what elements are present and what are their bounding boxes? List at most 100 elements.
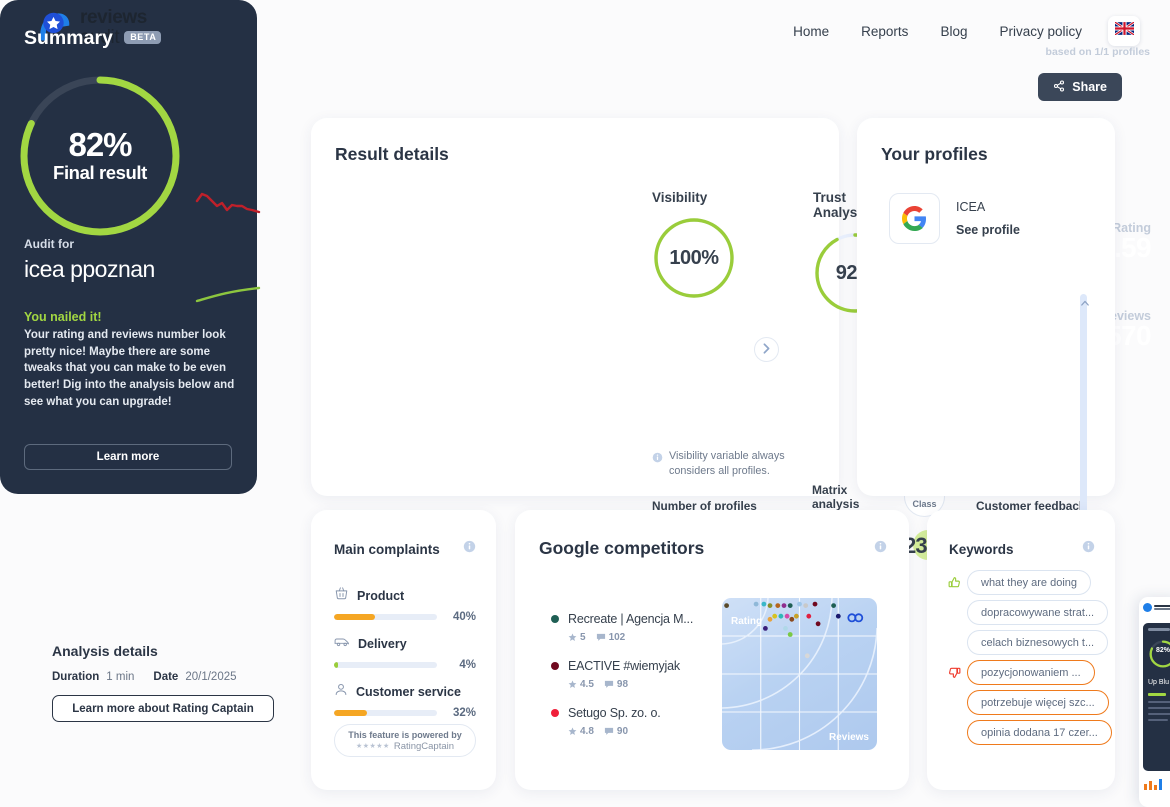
google-logo-icon — [889, 193, 940, 244]
uk-flag-icon — [1113, 21, 1135, 40]
main-nav: Home Reports Blog Privacy policy — [793, 16, 1140, 46]
keyword-item[interactable]: celach biznesowych t... — [947, 630, 1112, 655]
competitor-rating: 5 — [580, 632, 586, 643]
summary-title: Summary — [24, 27, 113, 49]
complaint-delivery-bar — [334, 662, 437, 668]
google-competitors-title: Google competitors — [539, 538, 705, 558]
competitor-color-dot — [551, 662, 559, 670]
result-details-card: Result details Visibility 100% Trust Ana… — [311, 118, 1109, 578]
competitor-name: Setugo Sp. zo. o. — [568, 706, 661, 720]
star-rating-icon: ★★★★★ — [355, 743, 390, 750]
top-header: reviews audit BETA Home Reports Blog Pri… — [0, 0, 1170, 54]
verdict-title: You nailed it! — [24, 310, 102, 324]
competitor-item[interactable]: Setugo Sp. zo. o. 4.8 90 — [551, 704, 693, 737]
info-icon[interactable] — [463, 540, 476, 558]
rating-captain-brand: RatingCaptain — [393, 740, 455, 752]
profile-info: ICEA See profile — [956, 200, 1020, 237]
keyword-item[interactable]: what they are doing — [947, 570, 1112, 595]
preview-percent: 82% — [1155, 647, 1170, 654]
visibility-note: Visibility variable always considers all… — [652, 449, 804, 480]
gauge-visibility-details-button[interactable] — [754, 337, 779, 362]
keyword-item[interactable]: opinia dodana 17 czer... — [947, 720, 1112, 745]
duration-label: Duration — [52, 671, 100, 683]
profile-name: ICEA — [956, 200, 986, 214]
competitor-reviews: 102 — [608, 632, 626, 643]
competitors-matrix-chart[interactable]: Rating Reviews — [722, 598, 877, 750]
competitor-reviews: 90 — [616, 726, 629, 737]
keyword-chip[interactable]: celach biznesowych t... — [967, 630, 1109, 655]
star-icon — [568, 727, 577, 736]
date-value: 20/1/2025 — [185, 671, 237, 683]
verdict-body: Your rating and reviews number look pret… — [24, 329, 235, 408]
competitor-rating: 4.8 — [580, 726, 594, 737]
competitor-name: EACTIVE #wiemyjak — [568, 659, 680, 673]
date-label: Date — [153, 671, 179, 683]
nav-item-privacy-policy[interactable]: Privacy policy — [999, 24, 1082, 39]
info-icon[interactable] — [874, 540, 887, 558]
audit-for-label: Audit for — [24, 237, 74, 251]
keyword-item[interactable]: pozycjonowaniem ... — [947, 660, 1112, 685]
rating-sparkline — [195, 190, 261, 225]
learn-more-rating-captain-button[interactable]: Learn more about Rating Captain — [52, 695, 274, 722]
result-details-title: Result details — [335, 144, 449, 164]
preview-bars — [1144, 779, 1162, 790]
complaint-customer-service: Customer service 32% — [334, 682, 476, 719]
main-complaints-card: Main complaints Product 40% Delivery 4% … — [311, 510, 496, 790]
keyword-chip[interactable]: pozycjonowaniem ... — [967, 660, 1095, 685]
google-competitors-card: Google competitors Recreate | Agencja M.… — [515, 510, 909, 790]
final-result-percent: 82% — [68, 126, 132, 163]
final-result-label: Final result — [53, 162, 147, 183]
powered-by-text: This feature is powered by — [348, 729, 462, 740]
keyword-item[interactable]: dopracowywane strat... — [947, 600, 1112, 625]
complaint-product: Product 40% — [334, 586, 476, 623]
keyword-chip[interactable]: opinia dodana 17 czer... — [967, 720, 1112, 745]
truck-icon — [334, 634, 350, 654]
keywords-title: Keywords — [949, 541, 1014, 557]
keyword-chip[interactable]: potrzebuje więcej szc... — [967, 690, 1109, 715]
star-icon — [568, 633, 577, 642]
profiles-scrollbar[interactable] — [1080, 294, 1087, 522]
visibility-note-text: Visibility variable always considers all… — [669, 450, 785, 478]
learn-more-button[interactable]: Learn more — [24, 444, 232, 470]
share-button[interactable]: Share — [1038, 73, 1122, 101]
star-icon — [568, 680, 577, 689]
keyword-item[interactable]: potrzebuje więcej szc... — [947, 690, 1112, 715]
floating-report-preview[interactable]: 82% Up Blu — [1139, 597, 1170, 807]
competitor-item[interactable]: Recreate | Agencja M... 5 102 — [551, 610, 693, 643]
complaint-delivery-value: 4% — [459, 659, 476, 671]
competitor-reviews: 98 — [616, 679, 629, 690]
final-result-gauge: 82% Final result — [16, 72, 184, 240]
language-switcher[interactable] — [1108, 16, 1140, 46]
competitor-color-dot — [551, 709, 559, 717]
preview-logo — [1143, 603, 1170, 612]
nav-item-home[interactable]: Home — [793, 24, 829, 39]
gauge-visibility: Visibility 100% — [652, 190, 736, 300]
main-complaints-title: Main complaints — [334, 541, 440, 557]
gauge-visibility-value: 100% — [669, 246, 719, 269]
see-profile-link[interactable]: See profile — [956, 223, 1020, 237]
keyword-chip[interactable]: dopracowywane strat... — [967, 600, 1109, 625]
keyword-chip[interactable]: what they are doing — [967, 570, 1092, 595]
complaint-product-bar — [334, 614, 437, 620]
analysis-details-title: Analysis details — [52, 643, 158, 659]
scroll-up-caret-icon — [1081, 298, 1089, 308]
analysis-meta-row: Duration 1 min Date 20/1/2025 — [52, 671, 312, 683]
keyword-list: what they are doing dopracowywane strat.… — [947, 570, 1112, 750]
analysis-details: Analysis details Duration 1 min Date 20/… — [52, 643, 312, 722]
your-profiles-card: Your profiles ICEA See profile — [857, 118, 1115, 522]
complaint-customer-service-bar — [334, 710, 437, 716]
beta-badge: BETA — [124, 31, 162, 44]
competitor-color-dot — [551, 615, 559, 623]
info-icon[interactable] — [1082, 540, 1095, 558]
nav-item-blog[interactable]: Blog — [940, 24, 967, 39]
complaint-product-label: Product — [357, 589, 405, 603]
gauge-visibility-title: Visibility — [652, 190, 708, 205]
complaint-delivery: Delivery 4% — [334, 634, 476, 671]
complaint-delivery-label: Delivery — [358, 637, 407, 651]
audit-business-name: icea ppoznan — [24, 256, 155, 282]
your-profiles-title: Your profiles — [881, 144, 988, 164]
powered-by-badge: This feature is powered by ★★★★★ RatingC… — [334, 724, 476, 757]
share-icon — [1053, 79, 1065, 95]
competitor-item[interactable]: EACTIVE #wiemyjak 4.5 98 — [551, 657, 693, 690]
nav-item-reports[interactable]: Reports — [861, 24, 908, 39]
